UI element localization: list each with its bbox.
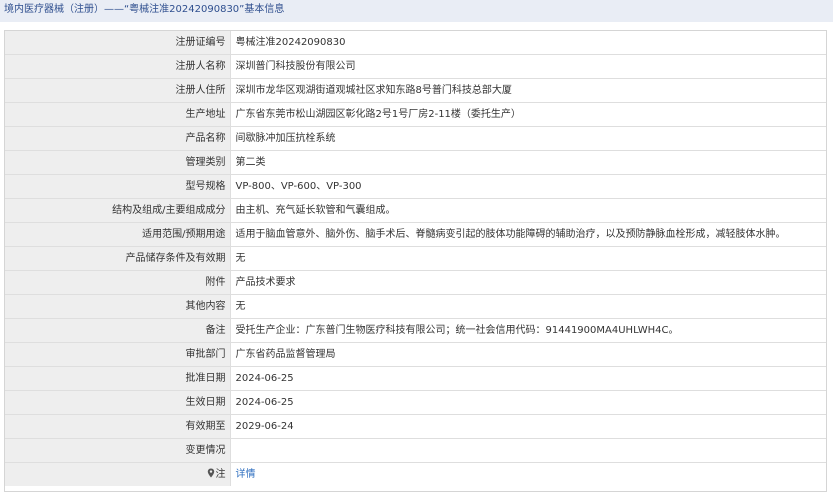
registration-number-value: 粤械注准20242090830 — [230, 31, 826, 55]
management-class-label: 管理类别 — [5, 150, 231, 175]
registrant-address-label: 注册人住所 — [5, 78, 231, 103]
storage-conditions-value: 无 — [230, 246, 826, 271]
table-row: 注册人住所 深圳市龙华区观湖街道观城社区求知东路8号普门科技总部大厦 — [5, 78, 826, 103]
structure-composition-value: 由主机、充气延长软管和气囊组成。 — [230, 198, 826, 223]
approval-department-label: 审批部门 — [5, 342, 231, 367]
expiry-date-label: 有效期至 — [5, 414, 231, 439]
approval-date-label: 批准日期 — [5, 366, 231, 391]
table-row: 批准日期 2024-06-25 — [5, 366, 826, 391]
table-row: 结构及组成/主要组成成分 由主机、充气延长软管和气囊组成。 — [5, 198, 826, 223]
intended-use-value: 适用于脑血管意外、脑外伤、脑手术后、脊髓病变引起的肢体功能障碍的辅助治疗，以及预… — [230, 222, 826, 247]
remarks-label: 备注 — [5, 318, 231, 343]
table-row: 生效日期 2024-06-25 — [5, 390, 826, 415]
table-row: 适用范围/预期用途 适用于脑血管意外、脑外伤、脑手术后、脊髓病变引起的肢体功能障… — [5, 222, 826, 247]
table-row: 注 详情 — [5, 462, 826, 486]
note-label-cell: 注 — [5, 462, 231, 486]
intended-use-label: 适用范围/预期用途 — [5, 222, 231, 247]
map-pin-icon — [207, 468, 214, 478]
note-value: 详情 — [230, 462, 826, 486]
management-class-value: 第二类 — [230, 150, 826, 175]
table-row: 生产地址 广东省东莞市松山湖园区彰化路2号1号厂房2-11楼（委托生产） — [5, 102, 826, 127]
production-address-label: 生产地址 — [5, 102, 231, 127]
table-row: 备注 受托生产企业：广东普门生物医疗科技有限公司；统一社会信用代码：914419… — [5, 318, 826, 343]
registration-number-label: 注册证编号 — [5, 31, 231, 55]
effective-date-label: 生效日期 — [5, 390, 231, 415]
other-content-value: 无 — [230, 294, 826, 319]
change-history-value — [230, 438, 826, 463]
expiry-date-value: 2029-06-24 — [230, 414, 826, 439]
product-name-label: 产品名称 — [5, 126, 231, 151]
info-table: 注册证编号 粤械注准20242090830 注册人名称 深圳普门科技股份有限公司… — [5, 31, 826, 486]
structure-composition-label: 结构及组成/主要组成成分 — [5, 198, 231, 223]
info-panel: 注册证编号 粤械注准20242090830 注册人名称 深圳普门科技股份有限公司… — [4, 30, 827, 492]
registrant-name-value: 深圳普门科技股份有限公司 — [230, 54, 826, 79]
change-history-label: 变更情况 — [5, 438, 231, 463]
table-row: 审批部门 广东省药品监督管理局 — [5, 342, 826, 367]
remarks-value: 受托生产企业：广东普门生物医疗科技有限公司；统一社会信用代码：91441900M… — [230, 318, 826, 343]
details-link[interactable]: 详情 — [236, 469, 256, 480]
table-row: 型号规格 VP-800、VP-600、VP-300 — [5, 174, 826, 199]
note-label: 注 — [215, 469, 226, 480]
table-row: 注册证编号 粤械注准20242090830 — [5, 31, 826, 55]
table-row: 其他内容 无 — [5, 294, 826, 319]
other-content-label: 其他内容 — [5, 294, 231, 319]
table-row: 管理类别 第二类 — [5, 150, 826, 175]
attachment-label: 附件 — [5, 270, 231, 295]
attachment-value: 产品技术要求 — [230, 270, 826, 295]
effective-date-value: 2024-06-25 — [230, 390, 826, 415]
registrant-address-value: 深圳市龙华区观湖街道观城社区求知东路8号普门科技总部大厦 — [230, 78, 826, 103]
table-row: 注册人名称 深圳普门科技股份有限公司 — [5, 54, 826, 79]
approval-date-value: 2024-06-25 — [230, 366, 826, 391]
approval-department-value: 广东省药品监督管理局 — [230, 342, 826, 367]
model-spec-label: 型号规格 — [5, 174, 231, 199]
table-row: 有效期至 2029-06-24 — [5, 414, 826, 439]
table-row: 产品储存条件及有效期 无 — [5, 246, 826, 271]
registrant-name-label: 注册人名称 — [5, 54, 231, 79]
table-row: 产品名称 间歇脉冲加压抗栓系统 — [5, 126, 826, 151]
product-name-value: 间歇脉冲加压抗栓系统 — [230, 126, 826, 151]
table-row: 附件 产品技术要求 — [5, 270, 826, 295]
storage-conditions-label: 产品储存条件及有效期 — [5, 246, 231, 271]
page-title: 境内医疗器械（注册）——“粤械注准20242090830”基本信息 — [0, 0, 833, 22]
table-row: 变更情况 — [5, 438, 826, 463]
production-address-value: 广东省东莞市松山湖园区彰化路2号1号厂房2-11楼（委托生产） — [230, 102, 826, 127]
model-spec-value: VP-800、VP-600、VP-300 — [230, 174, 826, 199]
